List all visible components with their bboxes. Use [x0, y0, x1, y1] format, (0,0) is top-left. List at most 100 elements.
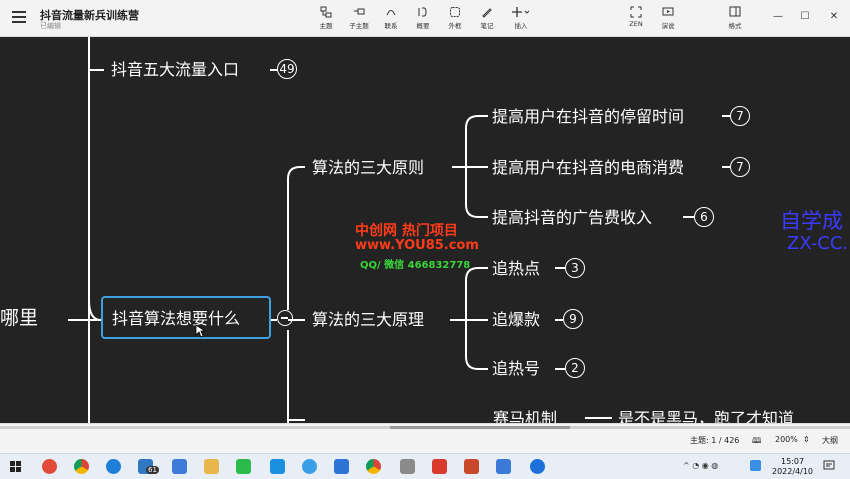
zoom-stepper-icon[interactable]: ⇕: [803, 435, 810, 444]
mail-count-badge: 61: [146, 466, 159, 474]
clock-date: 2022/4/10: [772, 467, 814, 476]
wechat-icon[interactable]: [236, 459, 251, 474]
zen-button[interactable]: ZEN: [621, 6, 651, 28]
mechanism-child-1[interactable]: 追热点: [492, 259, 540, 279]
collapse-toggle[interactable]: [277, 310, 293, 326]
relationship-icon: [386, 10, 396, 16]
insert-button[interactable]: 插入: [506, 6, 536, 30]
mechanism-child-3[interactable]: 追热号: [492, 359, 540, 379]
watermark-line-3: QQ/ 微信 466832778: [360, 260, 471, 271]
system-clock[interactable]: 15:07 2022/4/10: [772, 457, 813, 477]
mechanism-child-3-count[interactable]: 2: [565, 358, 585, 378]
minimize-button[interactable]: —: [770, 10, 786, 24]
subtopic-icon: [354, 8, 365, 15]
minimize-icon: —: [773, 11, 783, 22]
horizontal-scrollbar[interactable]: [0, 426, 850, 429]
watermark-line-1: 中创网 热门项目: [355, 223, 458, 239]
notification-icon[interactable]: [823, 460, 835, 472]
powerpoint-icon[interactable]: [464, 459, 479, 474]
mindmap-canvas[interactable]: 哪里 抖音五大流量入口 49 抖音算法想要什么 算法的三大原则 提高用户在抖音的…: [0, 37, 850, 423]
pitch-icon: [662, 7, 674, 16]
flow-entry-count-badge[interactable]: 49: [277, 59, 297, 79]
app-icon-4[interactable]: [302, 459, 317, 474]
principle-child-1-count[interactable]: 7: [730, 106, 750, 126]
pitch-button[interactable]: 演说: [653, 6, 683, 30]
principle-child-3-count[interactable]: 6: [694, 207, 714, 227]
summary-button[interactable]: 概要: [408, 6, 438, 30]
windows-start-icon[interactable]: [10, 461, 21, 472]
note-button[interactable]: 笔记: [472, 6, 502, 30]
file-explorer-icon[interactable]: [204, 459, 219, 474]
clock-time: 15:07: [780, 457, 805, 466]
app-icon-8[interactable]: [530, 459, 545, 474]
map-icon[interactable]: 🕮: [752, 435, 761, 449]
scrollbar-thumb[interactable]: [390, 426, 570, 429]
watermark-line-2: www.YOU85.com: [355, 238, 479, 253]
principle-child-3[interactable]: 提高抖音的广告费收入: [492, 208, 652, 228]
tray-app-icon[interactable]: [750, 460, 761, 471]
outline-button[interactable]: 大纲: [822, 435, 838, 446]
app-icon-5[interactable]: [334, 459, 349, 474]
cutoff-child-topic[interactable]: 是不是黑马，跑了才知道: [618, 409, 794, 423]
maximize-button[interactable]: ☐: [797, 10, 813, 24]
mechanisms-topic[interactable]: 算法的三大原理: [312, 310, 424, 330]
subtopic-label: 子主题: [349, 22, 369, 30]
chrome-icon[interactable]: [74, 459, 89, 474]
note-icon: [482, 8, 492, 18]
mechanism-child-2[interactable]: 追爆款: [492, 310, 540, 330]
cutoff-topic[interactable]: 赛马机制: [493, 409, 557, 423]
watermark-brand-2: ZX-CC.: [787, 233, 849, 254]
zen-label: ZEN: [629, 20, 643, 28]
title-bar: 抖音流量新兵训练营 已编辑 主题 子主题 联系 概要 外框 笔记 插入 ZEN …: [0, 0, 850, 37]
edge-icon[interactable]: [106, 459, 121, 474]
subtopic-button[interactable]: 子主题: [344, 6, 374, 30]
boundary-button[interactable]: 外框: [440, 6, 470, 30]
principles-topic[interactable]: 算法的三大原则: [312, 158, 424, 178]
app-icon-2[interactable]: [172, 459, 187, 474]
summary-label: 概要: [416, 22, 430, 30]
format-icon: [729, 6, 741, 17]
relationship-button[interactable]: 联系: [376, 6, 406, 30]
principle-child-1[interactable]: 提高用户在抖音的停留时间: [492, 107, 684, 127]
app-icon-7[interactable]: [496, 459, 511, 474]
mechanism-child-1-count[interactable]: 3: [565, 258, 585, 278]
topic-button[interactable]: 主题: [311, 6, 341, 30]
maximize-icon: ☐: [800, 11, 810, 22]
zoom-level[interactable]: 200%: [775, 435, 798, 444]
principle-child-2[interactable]: 提高用户在抖音的电商消费: [492, 158, 684, 178]
topic-icon: [320, 6, 332, 18]
chrome-icon-2[interactable]: [366, 459, 381, 474]
watermark-brand-1: 自学成: [780, 209, 843, 233]
insert-label: 插入: [514, 22, 528, 30]
format-label: 格式: [728, 22, 742, 30]
status-bar: 主题: 1 / 426 🕮 200% ⇕ 大纲: [0, 423, 850, 454]
app-icon-3[interactable]: [270, 459, 285, 474]
mouse-cursor-icon: [195, 324, 205, 338]
pitch-label: 演说: [661, 22, 675, 30]
note-label: 笔记: [480, 22, 494, 30]
document-status: 已编辑: [40, 22, 61, 30]
menu-icon[interactable]: [12, 11, 26, 23]
app-icon-6[interactable]: [400, 459, 415, 474]
minus-icon: [281, 317, 288, 319]
mechanism-child-2-count[interactable]: 9: [563, 309, 583, 329]
app-icon-1[interactable]: [42, 459, 57, 474]
selected-topic[interactable]: 抖音算法想要什么: [112, 309, 240, 329]
insert-icon: [512, 7, 530, 17]
tray-icons[interactable]: ^ ◔ ◉ ◍: [683, 461, 718, 470]
close-icon: ✕: [829, 11, 839, 22]
boundary-label: 外框: [448, 22, 462, 30]
format-button[interactable]: 格式: [720, 6, 750, 30]
flow-entry-topic[interactable]: 抖音五大流量入口: [111, 60, 239, 80]
taskbar: 61 ^ ◔ ◉ ◍ 15:07 2022/4/10: [0, 453, 850, 479]
relationship-label: 联系: [384, 22, 398, 30]
boundary-icon: [450, 7, 460, 17]
principle-child-2-count[interactable]: 7: [730, 157, 750, 177]
topic-counter: 主题: 1 / 426: [690, 436, 740, 445]
zen-icon: [630, 6, 642, 18]
topic-label: 主题: [319, 22, 333, 30]
xmind-icon[interactable]: [432, 459, 447, 474]
root-topic[interactable]: 哪里: [0, 308, 38, 328]
summary-icon: [418, 7, 427, 17]
close-button[interactable]: ✕: [826, 10, 842, 24]
